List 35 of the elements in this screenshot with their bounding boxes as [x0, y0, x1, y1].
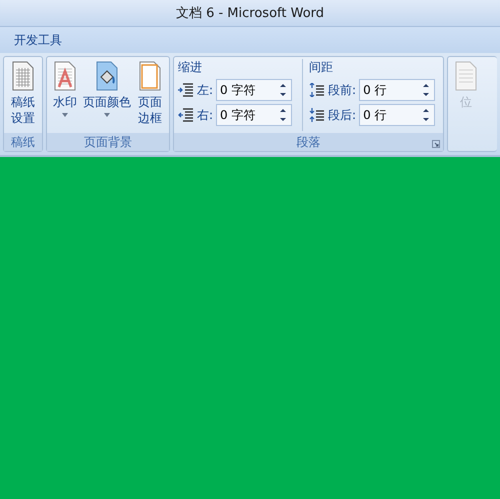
- group-label: 页面背景: [84, 134, 132, 150]
- paragraph-spacing-icon: [178, 108, 194, 122]
- ribbon-tab[interactable]: 开发工具: [14, 32, 62, 48]
- spinner-arrows-icon: [423, 83, 430, 97]
- ribbon-button[interactable]: 水印: [51, 59, 79, 131]
- window-title: 文档 6 - Microsoft Word: [176, 5, 324, 22]
- field-label: 左:: [197, 82, 214, 98]
- spinner-arrows-icon: [280, 108, 286, 122]
- spinner-arrows-icon: [280, 83, 286, 97]
- spinner-arrows-icon: [423, 108, 430, 122]
- caret-icon: [104, 113, 110, 117]
- paragraph-spacing-icon: [178, 83, 194, 97]
- spin-field[interactable]: 0 字符: [216, 79, 292, 101]
- grid-paper-icon: [11, 61, 35, 91]
- spin-field[interactable]: 0 字符: [216, 104, 292, 126]
- spin-field[interactable]: 0 行: [359, 79, 436, 101]
- section-heading: 缩进: [178, 59, 203, 76]
- dialog-launcher-icon[interactable]: [432, 140, 440, 148]
- group-label: 段落: [296, 134, 321, 150]
- group-label: 稿纸: [11, 134, 35, 150]
- page-border-icon: [138, 61, 162, 91]
- spin-field[interactable]: 0 行: [359, 104, 436, 126]
- section-heading: 间距: [309, 59, 334, 76]
- paragraph-spacing-icon: [309, 83, 326, 97]
- field-label: 段后:: [328, 106, 356, 124]
- page-letter-icon: [53, 61, 77, 91]
- paint-bucket-icon: [95, 61, 119, 91]
- caret-icon: [62, 113, 68, 117]
- ribbon-button[interactable]: 页面边框: [135, 59, 165, 131]
- field-label: 段前:: [328, 82, 356, 98]
- paragraph-spacing-icon: [309, 108, 326, 122]
- ribbon-button[interactable]: 稿纸设置: [8, 59, 38, 131]
- field-label: 右:: [197, 106, 214, 124]
- page-icon: [454, 61, 478, 91]
- ribbon-button[interactable]: 页面颜色: [81, 59, 133, 131]
